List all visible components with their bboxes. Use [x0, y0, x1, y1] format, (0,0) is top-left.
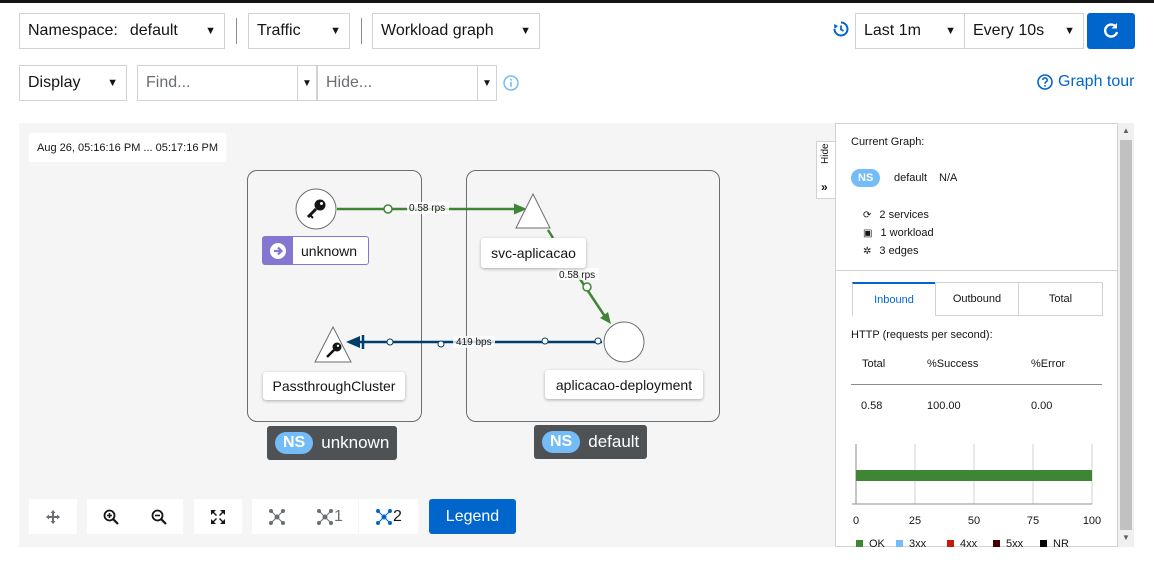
topology-icon	[268, 508, 285, 525]
legend-swatch	[993, 540, 1000, 547]
tick-label: 0	[853, 515, 859, 527]
panel-namespace-value: N/A	[939, 172, 958, 184]
chart-legend: OK 3xx 4xx 5xx NR	[856, 538, 1069, 547]
edge-marker	[594, 337, 602, 345]
table-divider	[851, 384, 1102, 385]
http-title: HTTP (requests per second):	[851, 329, 993, 341]
node-label-svc[interactable]: svc-aplicacao	[481, 238, 586, 268]
traffic-chart: 0 25 50 75 100 OK 3xx 4xx 5xx NR	[852, 444, 1101, 547]
table-header-success: %Success	[927, 358, 979, 370]
table-cell-error: 0.00	[1031, 400, 1053, 412]
namespace-name: default	[588, 432, 640, 451]
topology-icon	[317, 508, 334, 525]
arrowhead	[600, 312, 611, 324]
ns-pill: NS	[542, 431, 581, 453]
tick-label: 25	[909, 515, 921, 527]
ns-pill: NS	[275, 432, 314, 454]
expand-icon	[211, 509, 225, 524]
chart-bars	[856, 470, 1092, 481]
scrollbar-thumb[interactable]	[1120, 140, 1132, 530]
workloads-count-text: 1 workload	[880, 227, 934, 239]
node-aplicacao-deployment[interactable]	[603, 321, 645, 363]
edge-label-deployment-passthrough: 419 bps	[456, 337, 492, 348]
scroll-up-icon[interactable]: ▲	[1122, 126, 1130, 135]
edge-marker	[541, 337, 549, 345]
legend-swatch	[896, 540, 903, 547]
zoom-out-button[interactable]	[135, 499, 183, 534]
service-icon: ⟳	[863, 209, 872, 221]
table-cell-success: 100.00	[927, 400, 961, 412]
edge-svc-deployment-top[interactable]	[546, 229, 555, 239]
legend-button[interactable]: Legend	[429, 499, 516, 534]
legend-label: 3xx	[909, 538, 927, 547]
edge-marker	[386, 338, 394, 346]
legend-swatch	[856, 540, 863, 547]
node-label-deployment[interactable]: aplicacao-deployment	[545, 370, 703, 399]
services-count-text: 2 services	[879, 209, 929, 221]
workloads-count: ▣ 1 workload	[863, 227, 934, 239]
table-header-total: Total	[862, 358, 886, 370]
tab-total[interactable]: Total	[1018, 282, 1103, 316]
namespace-badge-unknown[interactable]: NS unknown	[267, 426, 398, 460]
layout-1-label: 1	[334, 507, 343, 525]
chart-ticks: 0 25 50 75 100	[853, 515, 1101, 527]
scroll-down-icon[interactable]: ▼	[1122, 533, 1130, 542]
edges-count: ✲ 3 edges	[863, 245, 919, 257]
workload-icon: ▣	[863, 227, 873, 239]
namespace-name: unknown	[321, 433, 390, 452]
topology-icon: ✲	[863, 245, 872, 257]
node-label-text: unknown	[301, 242, 358, 259]
hide-label: Hide	[820, 143, 831, 164]
hide-panel-tab[interactable]: Hide »	[816, 141, 835, 199]
zoom-in-icon	[103, 509, 119, 525]
edge-label-svc-deployment: 0.58 rps	[559, 270, 595, 281]
edge-marker	[582, 282, 592, 292]
edge-marker	[383, 204, 393, 214]
double-chevron-right-icon: »	[821, 180, 828, 194]
namespace-badge-default[interactable]: NS default	[534, 425, 648, 459]
tab-outbound[interactable]: Outbound	[935, 282, 1019, 316]
layout-1-button[interactable]: 1	[301, 499, 358, 534]
tick-label: 100	[1083, 515, 1101, 527]
tick-label: 75	[1027, 515, 1039, 527]
zoom-out-icon	[151, 509, 167, 525]
legend-swatch	[1040, 540, 1047, 547]
legend-label: 4xx	[960, 538, 978, 547]
layout-default-button[interactable]	[252, 499, 301, 534]
edge-label-unknown-svc: 0.58 rps	[409, 203, 445, 214]
services-count: ⟳ 2 services	[863, 209, 929, 221]
panel-title: Current Graph:	[851, 136, 925, 148]
table-header-error: %Error	[1031, 358, 1066, 370]
layout-2-button[interactable]: 2	[359, 499, 418, 534]
divider	[836, 270, 1118, 271]
panel-namespace-name[interactable]: default	[894, 172, 927, 184]
bar-ok[interactable]	[856, 470, 1092, 481]
node-label-passthrough[interactable]: PassthroughCluster	[263, 372, 405, 400]
tick-label: 50	[968, 515, 980, 527]
fit-to-screen-button[interactable]	[194, 499, 242, 534]
node-label-unknown[interactable]: unknown	[262, 236, 369, 265]
legend-label: OK	[869, 538, 886, 547]
panel-scrollbar[interactable]: ▲ ▼	[1118, 123, 1134, 547]
legend-swatch	[947, 540, 954, 547]
arrowhead	[346, 336, 360, 348]
legend-label: NR	[1053, 538, 1069, 547]
edge-marker	[437, 340, 445, 348]
topology-icon	[376, 508, 393, 525]
edges-count-text: 3 edges	[879, 245, 919, 257]
zoom-in-button[interactable]	[87, 499, 135, 534]
arrow-right-circle-icon	[263, 237, 293, 264]
ns-pill: NS	[851, 169, 881, 187]
node-passthrough-cluster[interactable]	[314, 325, 352, 363]
table-cell-total: 0.58	[861, 400, 883, 412]
legend-label: 5xx	[1006, 538, 1024, 547]
move-icon	[46, 509, 60, 524]
tab-inbound[interactable]: Inbound	[852, 282, 936, 316]
layout-2-label: 2	[393, 507, 402, 525]
pan-button[interactable]	[29, 499, 77, 534]
